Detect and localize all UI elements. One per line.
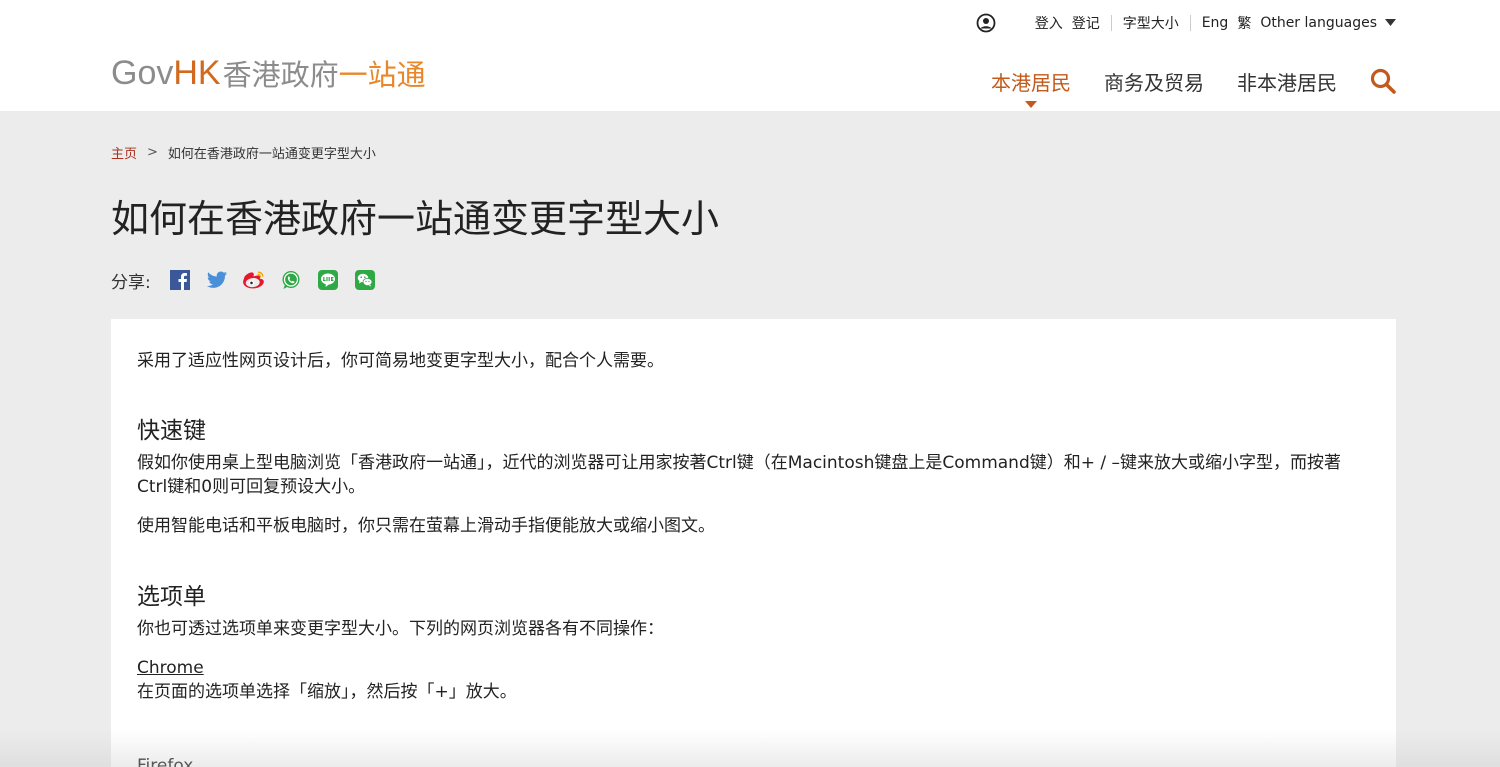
line-icon[interactable] [317, 269, 339, 291]
firefox-link[interactable]: Firefox [137, 756, 193, 767]
touch-paragraph: 使用智能电话和平板电脑时，你只需在萤幕上滑动手指便能放大或缩小图文。 [137, 516, 715, 536]
site-header: 登入 登记 字型大小 Eng 繁 Other languages Gov HK 香港… [0, 0, 1500, 111]
chevron-down-icon[interactable] [1385, 19, 1396, 27]
intro-paragraph: 采用了适应性网页设计后，你可简易地变更字型大小，配合个人需要。 [137, 351, 664, 371]
other-languages-link[interactable]: Other languages [1260, 15, 1377, 31]
english-link[interactable]: Eng [1202, 15, 1229, 31]
utility-bar: 登入 登记 字型大小 Eng 繁 Other languages [975, 11, 1396, 35]
chrome-link[interactable]: Chrome [137, 658, 204, 678]
chrome-instructions: 在页面的选项单选择「缩放」，然后按「+」放大。 [137, 682, 517, 702]
divider [1110, 15, 1112, 31]
logo-hk-government: 香港政府 [222, 58, 339, 92]
shortcut-paragraph: 假如你使用桌上型电脑浏览「香港政府一站通」，近代的浏览器可让用家按著Ctrl键（… [137, 453, 1342, 497]
logo-hk: HK [173, 53, 221, 92]
nav-residents[interactable]: 本港居民 [991, 67, 1071, 96]
breadcrumb-current: 如何在香港政府一站通变更字型大小 [167, 147, 376, 162]
share-bar: 分享: [111, 267, 391, 293]
weibo-icon[interactable] [242, 269, 265, 291]
nav-non-residents[interactable]: 非本港居民 [1237, 67, 1337, 96]
shortcut-heading: 快速键 [137, 418, 206, 444]
font-size-link[interactable]: 字型大小 [1123, 13, 1179, 33]
login-link[interactable]: 登入 [1035, 13, 1063, 33]
wechat-icon[interactable] [354, 269, 376, 291]
share-label: 分享: [111, 272, 151, 293]
whatsapp-icon[interactable] [280, 269, 302, 291]
logo-one-stop: 一站通 [338, 58, 426, 92]
breadcrumb: 主页 > 如何在香港政府一站通变更字型大小 [111, 143, 376, 162]
main-navigation: 本港居民 商务及贸易 非本港居民 [991, 66, 1396, 96]
breadcrumb-separator: > [147, 145, 158, 160]
menu-heading: 选项单 [137, 584, 206, 610]
twitter-icon[interactable] [206, 269, 228, 291]
menu-paragraph: 你也可透过选项单来变更字型大小。下列的网页浏览器各有不同操作： [137, 619, 664, 639]
traditional-chinese-link[interactable]: 繁 [1237, 13, 1251, 33]
article-content: 采用了适应性网页设计后，你可简易地变更字型大小，配合个人需要。 快速键 假如你使… [111, 319, 1396, 767]
divider [1189, 15, 1191, 31]
search-icon[interactable] [1370, 68, 1396, 94]
logo-gov: Gov [111, 53, 174, 92]
facebook-icon[interactable] [169, 269, 191, 291]
page-title: 如何在香港政府一站通变更字型大小 [111, 197, 720, 241]
nav-business-trade[interactable]: 商务及贸易 [1104, 67, 1204, 96]
register-link[interactable]: 登记 [1072, 13, 1100, 33]
user-account-icon[interactable] [975, 12, 997, 34]
breadcrumb-home-link[interactable]: 主页 [111, 143, 137, 162]
govhk-logo[interactable]: Gov HK 香港政府 一站通 [111, 53, 426, 93]
